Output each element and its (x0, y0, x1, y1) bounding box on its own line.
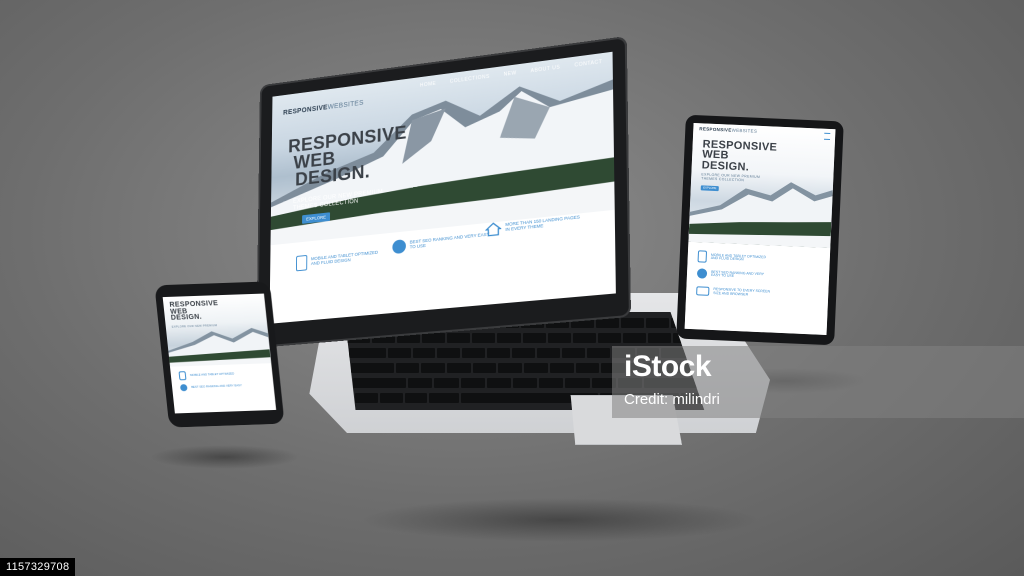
mountain-illustration (688, 182, 833, 249)
tablet-icon (295, 255, 308, 272)
tablet-screen: RESPONSIVEWEBSITES RESPONSIVE WEB DESIGN… (684, 123, 836, 335)
feature-mobile: MOBILE AND TABLET OPTIMIZED AND FLUID DES… (295, 248, 378, 272)
phone: RESPONSIVE WEB DESIGN. EXPLORE OUR NEW P… (154, 281, 285, 428)
tablet-icon (697, 250, 708, 264)
laptop-lid: HOME COLLECTIONS NEW ABOUT US CONTACT RE… (256, 35, 632, 349)
mountain-illustration (168, 328, 272, 367)
hamburger-menu-icon[interactable] (823, 132, 831, 140)
tablet-features: MOBILE AND TABLET OPTIMIZED AND FLUID DES… (684, 242, 831, 335)
tablet-hero: RESPONSIVEWEBSITES RESPONSIVE WEB DESIGN… (688, 123, 836, 249)
nav-contact[interactable]: CONTACT (574, 59, 602, 69)
tablet: RESPONSIVEWEBSITES RESPONSIVE WEB DESIGN… (676, 114, 844, 346)
tablet-explore-button[interactable]: EXPLORE (700, 185, 719, 192)
phone-headline: RESPONSIVE WEB DESIGN. (169, 300, 219, 323)
tablet-icon (178, 371, 187, 381)
globe-icon (696, 268, 708, 280)
nav-about-us[interactable]: ABOUT US (531, 65, 561, 75)
phone-screen: RESPONSIVE WEB DESIGN. EXPLORE OUR NEW P… (162, 293, 277, 414)
tablet-brand-logo[interactable]: RESPONSIVEWEBSITES (699, 126, 757, 134)
house-icon (485, 222, 501, 238)
laptop-shadow (360, 498, 760, 542)
laptop-screen: HOME COLLECTIONS NEW ABOUT US CONTACT RE… (269, 51, 616, 324)
nav-collections[interactable]: COLLECTIONS (450, 74, 490, 85)
feature-responsive: RESPONSIVE TO EVERY SCREEN SIZE AND BROWS… (696, 286, 770, 299)
feature-mobile: MOBILE AND TABLET OPTIMIZED (178, 370, 235, 381)
nav-new[interactable]: NEW (504, 70, 517, 78)
nav-home[interactable]: HOME (420, 81, 436, 89)
globe-icon (392, 239, 406, 255)
phone-hero: RESPONSIVE WEB DESIGN. EXPLORE OUR NEW P… (162, 293, 272, 367)
monitor-icon (696, 286, 710, 297)
feature-seo: BEST SEO RANKING AND VERY EASY TO USE (696, 268, 764, 282)
tablet-headline: RESPONSIVE WEB DESIGN. (701, 138, 778, 174)
phone-features: MOBILE AND TABLET OPTIMIZED BEST SEO RAN… (170, 363, 277, 414)
feature-mobile: MOBILE AND TABLET OPTIMIZED AND FLUID DES… (697, 250, 767, 266)
feature-seo: BEST SEO RANKING AND VERY EASY (179, 382, 242, 392)
phone-shadow (150, 445, 300, 469)
globe-icon (179, 384, 188, 392)
istock-logo: iStock (624, 350, 712, 383)
stock-image-id: 1157329708 (0, 558, 76, 576)
feature-seo: BEST SEO RANKING AND VERY EASY TO USE (392, 231, 490, 255)
photo-credit: Credit: milindri (624, 391, 720, 408)
